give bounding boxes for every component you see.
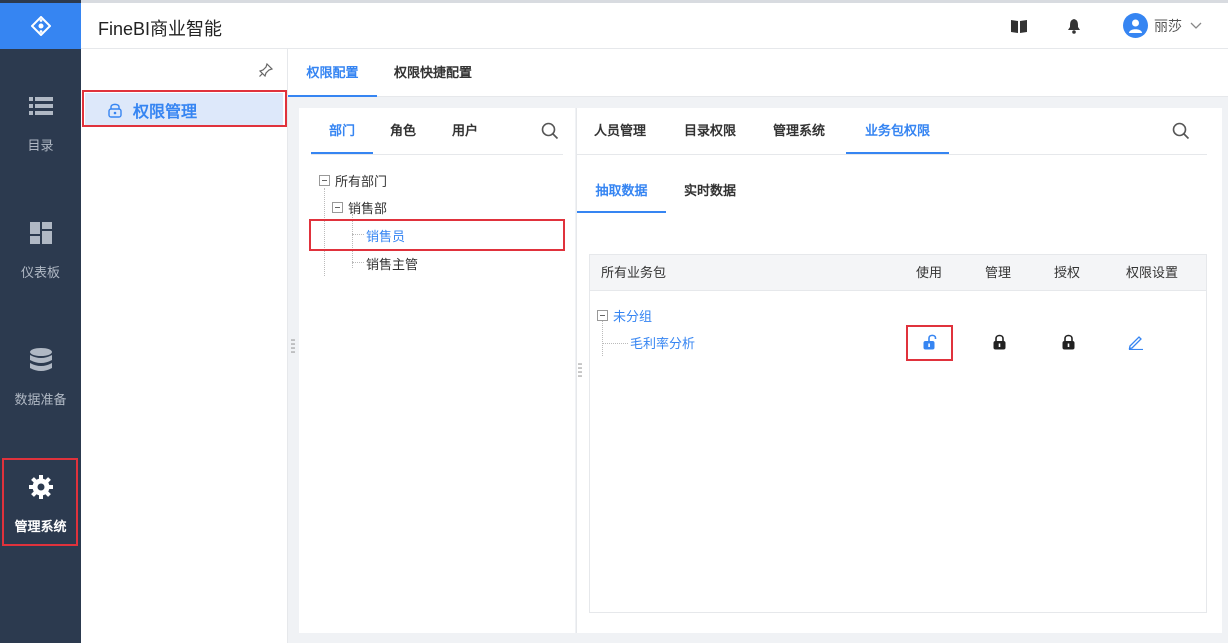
tab-admin-system[interactable]: 管理系统 xyxy=(773,108,825,154)
tree-node-role-other[interactable]: 销售主管 xyxy=(366,254,418,273)
package-table: 所有业务包 使用 管理 授权 权限设置 未分组 毛利率分析 xyxy=(589,254,1207,613)
tab-permission-config[interactable]: 权限配置 xyxy=(288,49,377,97)
edit-icon[interactable] xyxy=(1128,334,1144,350)
user-name: 丽莎 xyxy=(1154,17,1182,34)
lock-icon[interactable] xyxy=(1060,334,1076,350)
bell-icon[interactable] xyxy=(1065,17,1083,35)
tree-node-dept[interactable]: 销售部 xyxy=(332,198,387,217)
nav-item-data-prep[interactable]: 数据准备 xyxy=(0,329,81,439)
chevron-down-icon xyxy=(1190,22,1202,29)
app-header: FineBI商业智能 丽莎 xyxy=(81,3,1228,49)
subnav-item-permission[interactable]: 权限管理 xyxy=(85,93,283,127)
tree-label-root: 所有部门 xyxy=(335,174,388,189)
tab-package-permission[interactable]: 业务包权限 xyxy=(846,108,949,154)
user-menu[interactable]: 丽莎 xyxy=(1123,13,1202,38)
column-header: 管理 xyxy=(985,265,1012,280)
nav-label-catalog: 目录 xyxy=(27,138,54,153)
tab-realtime-data[interactable]: 实时数据 xyxy=(684,169,736,213)
nav-label-admin: 管理系统 xyxy=(14,519,67,534)
pin-icon[interactable] xyxy=(259,63,273,77)
sub-sidebar: 权限管理 xyxy=(81,49,288,643)
collapse-icon[interactable] xyxy=(597,310,608,321)
column-header: 所有业务包 xyxy=(601,265,667,280)
tab-extract-data[interactable]: 抽取数据 xyxy=(577,169,666,213)
tree-line xyxy=(352,234,364,235)
tab-divider xyxy=(577,154,1207,155)
tab-divider xyxy=(311,154,563,155)
tab-role[interactable]: 角色 xyxy=(390,108,416,154)
collapse-icon[interactable] xyxy=(319,175,330,186)
search-icon[interactable] xyxy=(1172,122,1190,140)
avatar xyxy=(1123,13,1148,38)
nav-item-admin[interactable]: 管理系统 xyxy=(0,456,81,566)
app-title: FineBI商业智能 xyxy=(98,19,223,39)
gear-icon xyxy=(28,474,54,500)
column-header: 使用 xyxy=(916,265,943,280)
column-header: 权限设置 xyxy=(1126,265,1179,280)
tree-label-package: 毛利率分析 xyxy=(630,336,696,351)
tree-node-group[interactable]: 未分组 xyxy=(597,306,652,325)
permission-panel: 人员管理 目录权限 管理系统 业务包权限 抽取数据 实时数据 所有业务包 使用 … xyxy=(576,108,1222,633)
column-header: 授权 xyxy=(1054,265,1081,280)
org-panel: 部门 角色 用户 所有部门 销售部 销售员 销售主管 xyxy=(299,108,575,633)
main-nav: 目录 仪表板 数据准备 管理系统 xyxy=(0,0,81,643)
tab-user[interactable]: 用户 xyxy=(452,108,478,154)
logo-icon xyxy=(30,16,51,36)
collapse-icon[interactable] xyxy=(332,202,343,213)
app-logo[interactable] xyxy=(0,3,81,49)
top-tabs: 权限配置 权限快捷配置 xyxy=(288,49,1228,97)
user-icon xyxy=(1129,19,1142,33)
tree-label-role-selected: 销售员 xyxy=(366,229,406,244)
tree-line xyxy=(602,320,603,356)
unlock-icon[interactable] xyxy=(922,334,938,350)
tree-label-dept: 销售部 xyxy=(348,201,388,216)
splitter-handle[interactable] xyxy=(578,363,582,377)
lock-icon[interactable] xyxy=(991,334,1007,350)
tree-line xyxy=(324,188,325,276)
lock-icon xyxy=(107,102,123,118)
tree-line xyxy=(602,343,628,344)
book-icon[interactable] xyxy=(1010,17,1028,35)
splitter-handle[interactable] xyxy=(291,339,295,353)
tab-quick-config[interactable]: 权限快捷配置 xyxy=(394,49,472,97)
dashboard-icon xyxy=(28,220,54,246)
subnav-label-permission: 权限管理 xyxy=(133,104,198,121)
nav-label-dashboard: 仪表板 xyxy=(20,265,60,280)
tree-label-role-other: 销售主管 xyxy=(366,257,419,272)
nav-item-catalog[interactable]: 目录 xyxy=(0,75,81,185)
tree-line xyxy=(352,214,353,268)
table-header: 所有业务包 使用 管理 授权 权限设置 xyxy=(590,255,1206,291)
tab-catalog-permission[interactable]: 目录权限 xyxy=(684,108,736,154)
list-icon xyxy=(28,93,54,119)
nav-item-dashboard[interactable]: 仪表板 xyxy=(0,202,81,312)
search-icon[interactable] xyxy=(541,122,559,140)
main-content: 权限配置 权限快捷配置 部门 角色 用户 所有部门 销售部 销售员 销售主管 人… xyxy=(288,49,1228,643)
tree-line xyxy=(352,262,364,263)
database-icon xyxy=(28,347,54,373)
tree-node-package[interactable]: 毛利率分析 xyxy=(630,333,695,352)
tab-department[interactable]: 部门 xyxy=(311,108,373,154)
tab-personnel[interactable]: 人员管理 xyxy=(594,108,646,154)
nav-label-data-prep: 数据准备 xyxy=(14,392,67,407)
tree-label-group: 未分组 xyxy=(613,309,653,324)
tree-node-root[interactable]: 所有部门 xyxy=(319,171,387,190)
tree-node-role-selected[interactable]: 销售员 xyxy=(366,226,405,245)
